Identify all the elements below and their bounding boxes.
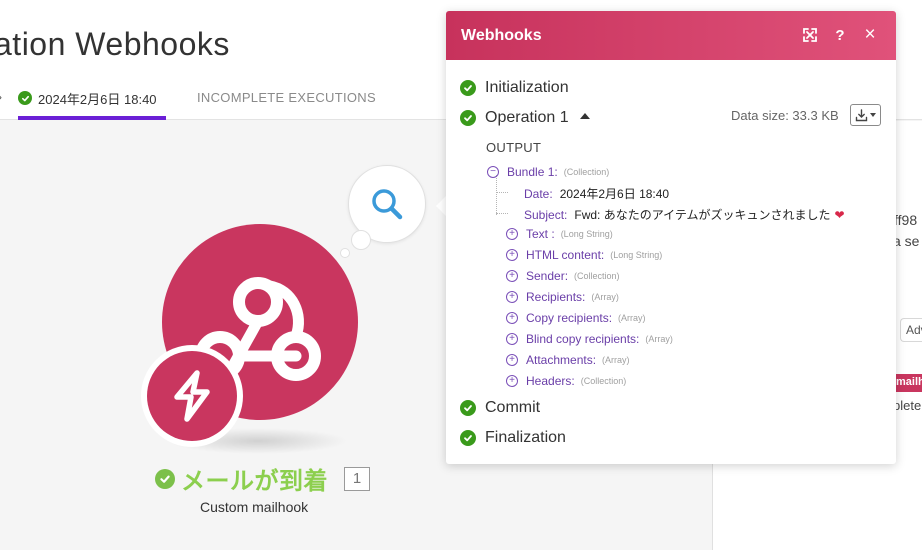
right-panel-text: plete — [893, 398, 922, 413]
expand-icon[interactable] — [800, 25, 820, 45]
expand-icon[interactable]: + — [506, 354, 518, 366]
tab-incomplete-executions[interactable]: INCOMPLETE EXECUTIONS — [197, 90, 376, 105]
data-size: Data size: 33.3 KB — [731, 108, 839, 123]
tree-type: (Array) — [645, 334, 673, 344]
tree-item[interactable]: + Copy recipients: (Array) — [506, 311, 646, 325]
check-icon — [460, 400, 476, 416]
tree-type: (Array) — [602, 355, 630, 365]
tree-item[interactable]: + Sender: (Collection) — [506, 269, 620, 283]
tree-type: (Collection) — [580, 376, 627, 386]
module-subtitle: Custom mailhook — [200, 499, 309, 515]
subject-row: Subject: Fwd: あなたのアイテムがズッキュンされました ❤ — [524, 206, 845, 223]
operation-count-badge[interactable]: 1 — [344, 466, 370, 491]
tab-label: 2024年2月6日 18:40 — [38, 91, 157, 107]
tree-key: Attachments: — [526, 353, 597, 367]
tree-connector — [496, 192, 508, 193]
expand-icon[interactable]: + — [506, 375, 518, 387]
tree-connector — [496, 213, 508, 214]
tree-key: Date: — [524, 186, 553, 201]
check-icon — [460, 110, 476, 126]
tree-key: Copy recipients: — [526, 311, 613, 325]
step-commit[interactable]: Commit — [460, 399, 540, 417]
tree-item[interactable]: + Attachments: (Array) — [506, 353, 630, 367]
popup-title: Webhooks — [461, 26, 542, 44]
bubble-dot — [340, 248, 350, 258]
step-initialization[interactable]: Initialization — [460, 79, 569, 97]
lightning-icon — [174, 370, 210, 422]
tree-type: (Collection) — [563, 167, 610, 177]
tree-key: Recipients: — [526, 290, 586, 304]
close-button[interactable]: × — [860, 24, 880, 45]
tree-key: Blind copy recipients: — [526, 332, 640, 346]
popup-header: Webhooks ? × — [446, 11, 896, 60]
page-title: ation Webhooks — [0, 26, 230, 62]
collapse-icon[interactable]: − — [487, 166, 499, 178]
tree-type: (Array) — [591, 292, 619, 302]
download-icon — [855, 108, 868, 121]
step-operation-1[interactable]: Operation 1 — [460, 109, 590, 127]
output-label: OUTPUT — [486, 140, 542, 155]
step-label: Commit — [485, 399, 541, 416]
bundle-row[interactable]: − Bundle 1: (Collection) — [487, 165, 609, 179]
tree-key: Sender: — [526, 269, 569, 283]
expand-icon[interactable]: + — [506, 249, 518, 261]
tree-type: (Collection) — [574, 271, 620, 281]
expand-icon[interactable]: + — [506, 333, 518, 345]
tree-connector — [496, 175, 497, 215]
step-label: Operation 1 — [485, 109, 569, 126]
tree-key: HTML content: — [526, 248, 605, 262]
step-label: Finalization — [485, 429, 566, 446]
popup-pointer — [436, 196, 446, 216]
expand-icon[interactable]: + — [506, 312, 518, 324]
chevron-right-icon[interactable]: › — [0, 90, 2, 104]
tree-type: (Long String) — [560, 229, 613, 239]
tree-value[interactable]: Fwd: あなたのアイテムがズッキュンされました — [574, 206, 830, 223]
tree-type: (Long String) — [610, 250, 663, 260]
expand-icon[interactable]: + — [506, 270, 518, 282]
advanced-button[interactable]: Adv — [900, 318, 922, 342]
tree-type: (Array) — [618, 313, 646, 323]
tree-key: Text : — [526, 227, 555, 241]
tree-key: Bundle 1: — [507, 165, 558, 179]
download-button[interactable] — [850, 104, 881, 126]
bubble-dot — [351, 230, 371, 250]
caret-up-icon[interactable] — [579, 113, 590, 119]
check-icon — [155, 468, 175, 489]
search-icon — [372, 189, 403, 220]
module-name-row: メールが到着 1 — [155, 461, 370, 496]
expand-icon[interactable]: + — [506, 228, 518, 240]
webhooks-output-popup: Webhooks ? × Initialization Operation 1 … — [446, 11, 896, 464]
right-panel-text: a se — [893, 233, 920, 249]
tree-key: Headers: — [526, 374, 575, 388]
tree-item[interactable]: + Headers: (Collection) — [506, 374, 626, 388]
heart-icon: ❤ — [834, 207, 845, 222]
check-icon — [460, 80, 476, 96]
step-label: Initialization — [485, 79, 569, 96]
right-panel-text: ff98 — [894, 212, 918, 228]
step-finalization[interactable]: Finalization — [460, 429, 566, 447]
tree-item[interactable]: + HTML content: (Long String) — [506, 248, 662, 262]
mailhook-tag: mailh — [893, 374, 922, 392]
help-button[interactable]: ? — [830, 25, 850, 45]
tree-value[interactable]: 2024年2月6日 18:40 — [560, 185, 669, 202]
tree-item[interactable]: + Blind copy recipients: (Array) — [506, 332, 673, 346]
tab-execution[interactable]: 2024年2月6日 18:40 — [18, 82, 166, 120]
check-icon — [460, 430, 476, 446]
tree-item[interactable]: + Text : (Long String) — [506, 227, 613, 241]
module-name[interactable]: メールが到着 — [181, 461, 328, 496]
tree-key: Subject: — [524, 207, 568, 222]
expand-icon[interactable]: + — [506, 291, 518, 303]
tree-item[interactable]: + Recipients: (Array) — [506, 290, 619, 304]
trigger-badge[interactable] — [147, 351, 237, 441]
caret-down-icon — [870, 113, 876, 117]
date-row: Date: 2024年2月6日 18:40 — [524, 185, 669, 202]
check-icon — [18, 91, 32, 105]
